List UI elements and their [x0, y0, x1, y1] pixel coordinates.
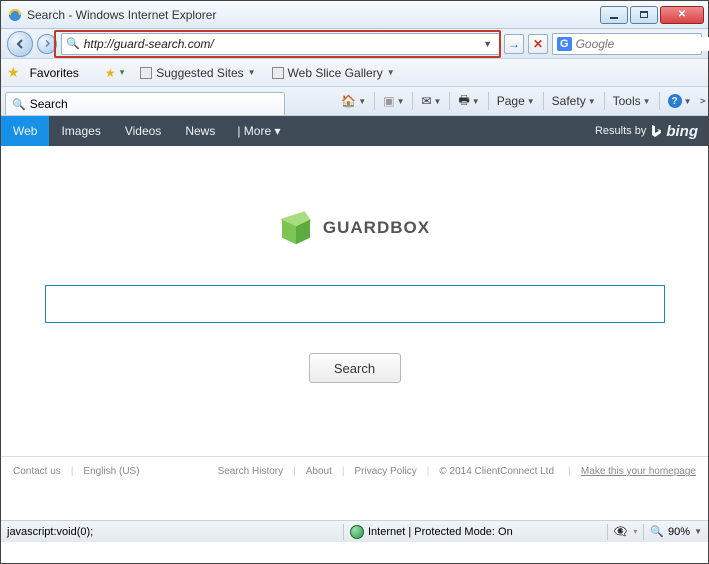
suggested-sites-label: Suggested Sites: [156, 66, 243, 80]
main-search-input[interactable]: [54, 290, 656, 318]
security-zone-label: Internet | Protected Mode: On: [368, 526, 513, 538]
favorites-label[interactable]: Favorites: [30, 66, 79, 80]
tab-search-icon: 🔍: [12, 98, 26, 111]
bing-logo-text: bing: [666, 123, 698, 140]
favorites-suggested-sites[interactable]: Suggested Sites ▼: [136, 64, 259, 82]
close-button[interactable]: ✕: [660, 6, 704, 24]
back-button[interactable]: [7, 31, 33, 57]
bing-icon: [650, 124, 662, 138]
page-footer: Contact us | English (US) Search History…: [1, 456, 708, 486]
results-by-label: Results by: [595, 125, 646, 137]
mail-icon: ✉: [421, 94, 431, 108]
footer-make-homepage[interactable]: Make this your homepage: [581, 466, 696, 477]
overflow-chevron-icon[interactable]: >>: [699, 96, 702, 106]
favorites-web-slice[interactable]: Web Slice Gallery ▼: [268, 64, 399, 82]
privacy-icon[interactable]: 👁‍🗨: [614, 525, 628, 538]
search-icon: 🔍: [66, 37, 80, 50]
navigation-bar: 🔍 ▼ → ✕ G 🔍 ▾: [1, 29, 708, 59]
ie-icon: [7, 7, 23, 23]
feeds-button[interactable]: ▣▼: [379, 92, 408, 110]
safety-menu[interactable]: Safety▼: [548, 92, 600, 110]
web-slice-icon: [272, 67, 284, 79]
rss-icon: ▣: [383, 94, 394, 108]
address-bar[interactable]: 🔍 ▼: [61, 33, 500, 55]
command-bar: 🏠▼ ▣▼ ✉▼ 🖶▼ Page▼ Safety▼ Tools▼ ?▼ >>: [301, 87, 708, 115]
tab-title: Search: [30, 97, 68, 111]
search-main-area: GUARDBOX Search Contact us | English (US…: [1, 146, 708, 486]
search-button[interactable]: Search: [309, 353, 401, 383]
globe-icon: [350, 525, 364, 539]
search-category-nav: Web Images Videos News | More ▾ Results …: [1, 116, 708, 146]
browser-search-input[interactable]: [576, 37, 709, 51]
safety-label: Safety: [552, 94, 586, 108]
favorites-star-icon[interactable]: ★: [7, 64, 20, 81]
browser-search-box[interactable]: G 🔍 ▾: [552, 33, 702, 55]
web-slice-label: Web Slice Gallery: [288, 66, 383, 80]
window-titlebar: Search - Windows Internet Explorer ✕: [1, 1, 708, 29]
home-button[interactable]: 🏠▼: [337, 92, 370, 110]
address-dropdown-icon[interactable]: ▼: [480, 39, 495, 49]
zoom-level: 90%: [668, 526, 690, 538]
maximize-button[interactable]: [630, 6, 658, 24]
tools-label: Tools: [613, 94, 641, 108]
help-icon: ?: [668, 94, 682, 108]
footer-about[interactable]: About: [306, 466, 332, 477]
google-icon: G: [557, 37, 572, 51]
chevron-down-icon: ▼: [248, 68, 256, 77]
print-button[interactable]: 🖶▼: [454, 89, 483, 114]
footer-contact[interactable]: Contact us: [13, 466, 61, 477]
security-zone[interactable]: Internet | Protected Mode: On: [350, 525, 513, 539]
status-bar: javascript:void(0); Internet | Protected…: [1, 520, 708, 542]
footer-copyright: © 2014 ClientConnect Ltd: [439, 466, 554, 477]
minimize-button[interactable]: [600, 6, 628, 24]
tab-videos[interactable]: Videos: [113, 116, 173, 146]
url-input[interactable]: [84, 37, 480, 51]
print-icon: 🖶: [458, 91, 469, 112]
window-title: Search - Windows Internet Explorer: [27, 8, 600, 22]
tab-news[interactable]: News: [173, 116, 227, 146]
tools-menu[interactable]: Tools▼: [609, 92, 655, 110]
forward-button[interactable]: [37, 34, 57, 54]
footer-history[interactable]: Search History: [218, 466, 284, 477]
zoom-control[interactable]: 🔍 90% ▼: [650, 525, 702, 538]
page-content: Web Images Videos News | More ▾ Results …: [1, 116, 708, 520]
zoom-icon: 🔍: [650, 525, 664, 538]
go-button[interactable]: →: [504, 34, 524, 54]
footer-language[interactable]: English (US): [83, 466, 139, 477]
footer-privacy[interactable]: Privacy Policy: [355, 466, 417, 477]
chevron-down-icon: ▼: [387, 68, 395, 77]
stop-button[interactable]: ✕: [528, 34, 548, 54]
page-label: Page: [497, 94, 525, 108]
brand-name: GUARDBOX: [323, 218, 430, 238]
tab-strip: 🔍 Search: [1, 87, 301, 115]
main-search-box[interactable]: [45, 285, 665, 323]
results-by-bing: Results by bing: [595, 123, 698, 140]
guardbox-logo-icon: [279, 211, 313, 245]
page-menu[interactable]: Page▼: [493, 92, 539, 110]
brand-row: GUARDBOX: [279, 211, 430, 245]
add-favorite-button[interactable]: ★▾: [101, 64, 128, 82]
favorites-bar: ★ Favorites ★▾ Suggested Sites ▼ Web Sli…: [1, 59, 708, 87]
suggested-sites-icon: [140, 67, 152, 79]
tab-more[interactable]: | More ▾: [227, 124, 290, 138]
tab-images[interactable]: Images: [49, 116, 112, 146]
mail-button[interactable]: ✉▼: [417, 92, 445, 110]
help-button[interactable]: ?▼: [664, 92, 696, 110]
page-tab[interactable]: 🔍 Search: [5, 92, 285, 115]
status-text: javascript:void(0);: [7, 526, 337, 538]
home-icon: 🏠: [341, 94, 356, 108]
tab-web[interactable]: Web: [1, 116, 49, 146]
